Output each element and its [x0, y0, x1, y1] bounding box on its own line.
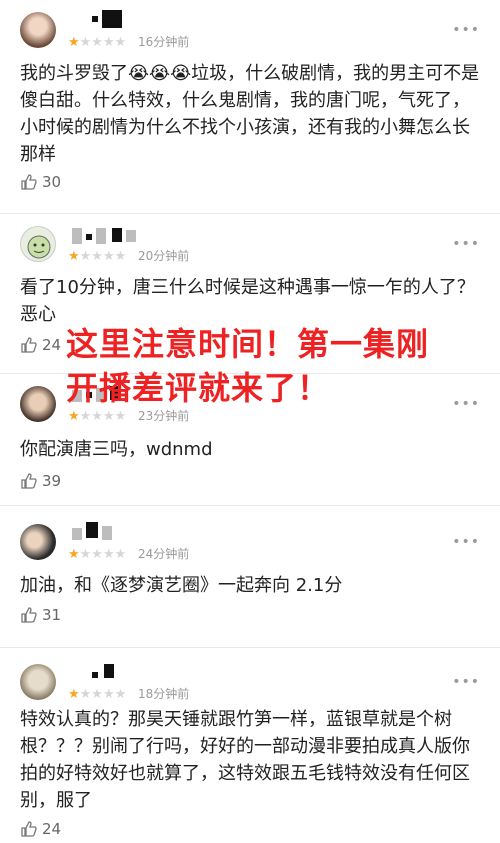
- comment-time: 16分钟前: [138, 35, 190, 49]
- avatar[interactable]: [20, 524, 56, 560]
- overlay-line-1: 这里注意时间！第一集刚: [66, 325, 430, 363]
- comment-time: 23分钟前: [138, 409, 190, 423]
- star-icon: ★: [68, 249, 80, 264]
- comment-item: ★★★★★ 24分钟前 ••• 加油，和《逐梦演艺圈》一起奔向 2.1分 31: [0, 512, 500, 648]
- comment-text: 我的斗罗毁了😭😭😭垃圾，什么破剧情，我的男主可不是傻白甜。什么特效，什么鬼剧情，…: [20, 63, 480, 165]
- more-dots-icon[interactable]: •••: [452, 534, 480, 550]
- star-icon: ★★★★: [79, 547, 127, 562]
- like-button[interactable]: 31: [20, 606, 61, 624]
- star-icon: ★: [68, 35, 80, 50]
- thumbs-up-icon: [21, 473, 37, 489]
- comment-item: ★★★★★ 16分钟前 ••• 我的斗罗毁了😭😭😭垃圾，什么破剧情，我的男主可不…: [0, 0, 500, 214]
- star-icon: ★★★★: [79, 249, 127, 264]
- more-dots-icon[interactable]: •••: [452, 236, 480, 252]
- like-count: 24: [42, 820, 62, 838]
- thumbs-up-icon: [21, 174, 37, 190]
- comment-time: 20分钟前: [138, 249, 190, 263]
- star-icon: ★: [68, 687, 80, 702]
- comment-item: ★★★★★ 18分钟前 ••• 特效认真的？那昊天锤就跟竹笋一样，蓝银草就是个树…: [0, 652, 500, 843]
- rating-stars: ★★★★★: [68, 688, 126, 702]
- avatar[interactable]: [20, 664, 56, 700]
- star-icon: ★★★★: [79, 35, 127, 50]
- thumbs-up-icon: [21, 821, 37, 837]
- like-count: 24: [42, 336, 62, 354]
- star-icon: ★★★★: [79, 687, 127, 702]
- rating-stars: ★★★★★: [68, 36, 126, 50]
- comment-text: 你配演唐三吗，wdnmd: [20, 439, 213, 460]
- more-dots-icon[interactable]: •••: [452, 22, 480, 38]
- more-dots-icon[interactable]: •••: [452, 396, 480, 412]
- like-count: 31: [42, 606, 62, 624]
- star-icon: ★: [68, 547, 80, 562]
- like-count: 30: [42, 173, 62, 191]
- like-button[interactable]: 30: [20, 173, 61, 191]
- comment-text: 特效认真的？那昊天锤就跟竹笋一样，蓝银草就是个树根？？？别闹了行吗，好好的一部动…: [20, 709, 470, 811]
- avatar[interactable]: [20, 12, 56, 48]
- like-count: 39: [42, 472, 62, 490]
- comment-time: 24分钟前: [138, 547, 190, 561]
- rating-stars: ★★★★★: [68, 410, 126, 424]
- star-icon: ★: [68, 409, 80, 424]
- star-icon: ★★★★: [79, 409, 127, 424]
- comment-time: 18分钟前: [138, 687, 190, 701]
- like-button[interactable]: 24: [20, 820, 61, 838]
- like-button[interactable]: 24: [20, 336, 61, 354]
- more-dots-icon[interactable]: •••: [452, 674, 480, 690]
- comment-text: 加油，和《逐梦演艺圈》一起奔向 2.1分: [20, 575, 343, 596]
- like-button[interactable]: 39: [20, 472, 61, 490]
- overlay-annotation: 这里注意时间！第一集刚 开播差评就来了！: [66, 322, 429, 410]
- rating-stars: ★★★★★: [68, 250, 126, 264]
- avatar[interactable]: [20, 386, 56, 422]
- overlay-line-2: 开播差评就来了！: [66, 369, 331, 407]
- thumbs-up-icon: [21, 607, 37, 623]
- rating-stars: ★★★★★: [68, 548, 126, 562]
- avatar[interactable]: [20, 226, 56, 262]
- thumbs-up-icon: [21, 337, 37, 353]
- comment-text: 看了10分钟，唐三什么时候是这种遇事一惊一乍的人了？恶心: [20, 277, 475, 325]
